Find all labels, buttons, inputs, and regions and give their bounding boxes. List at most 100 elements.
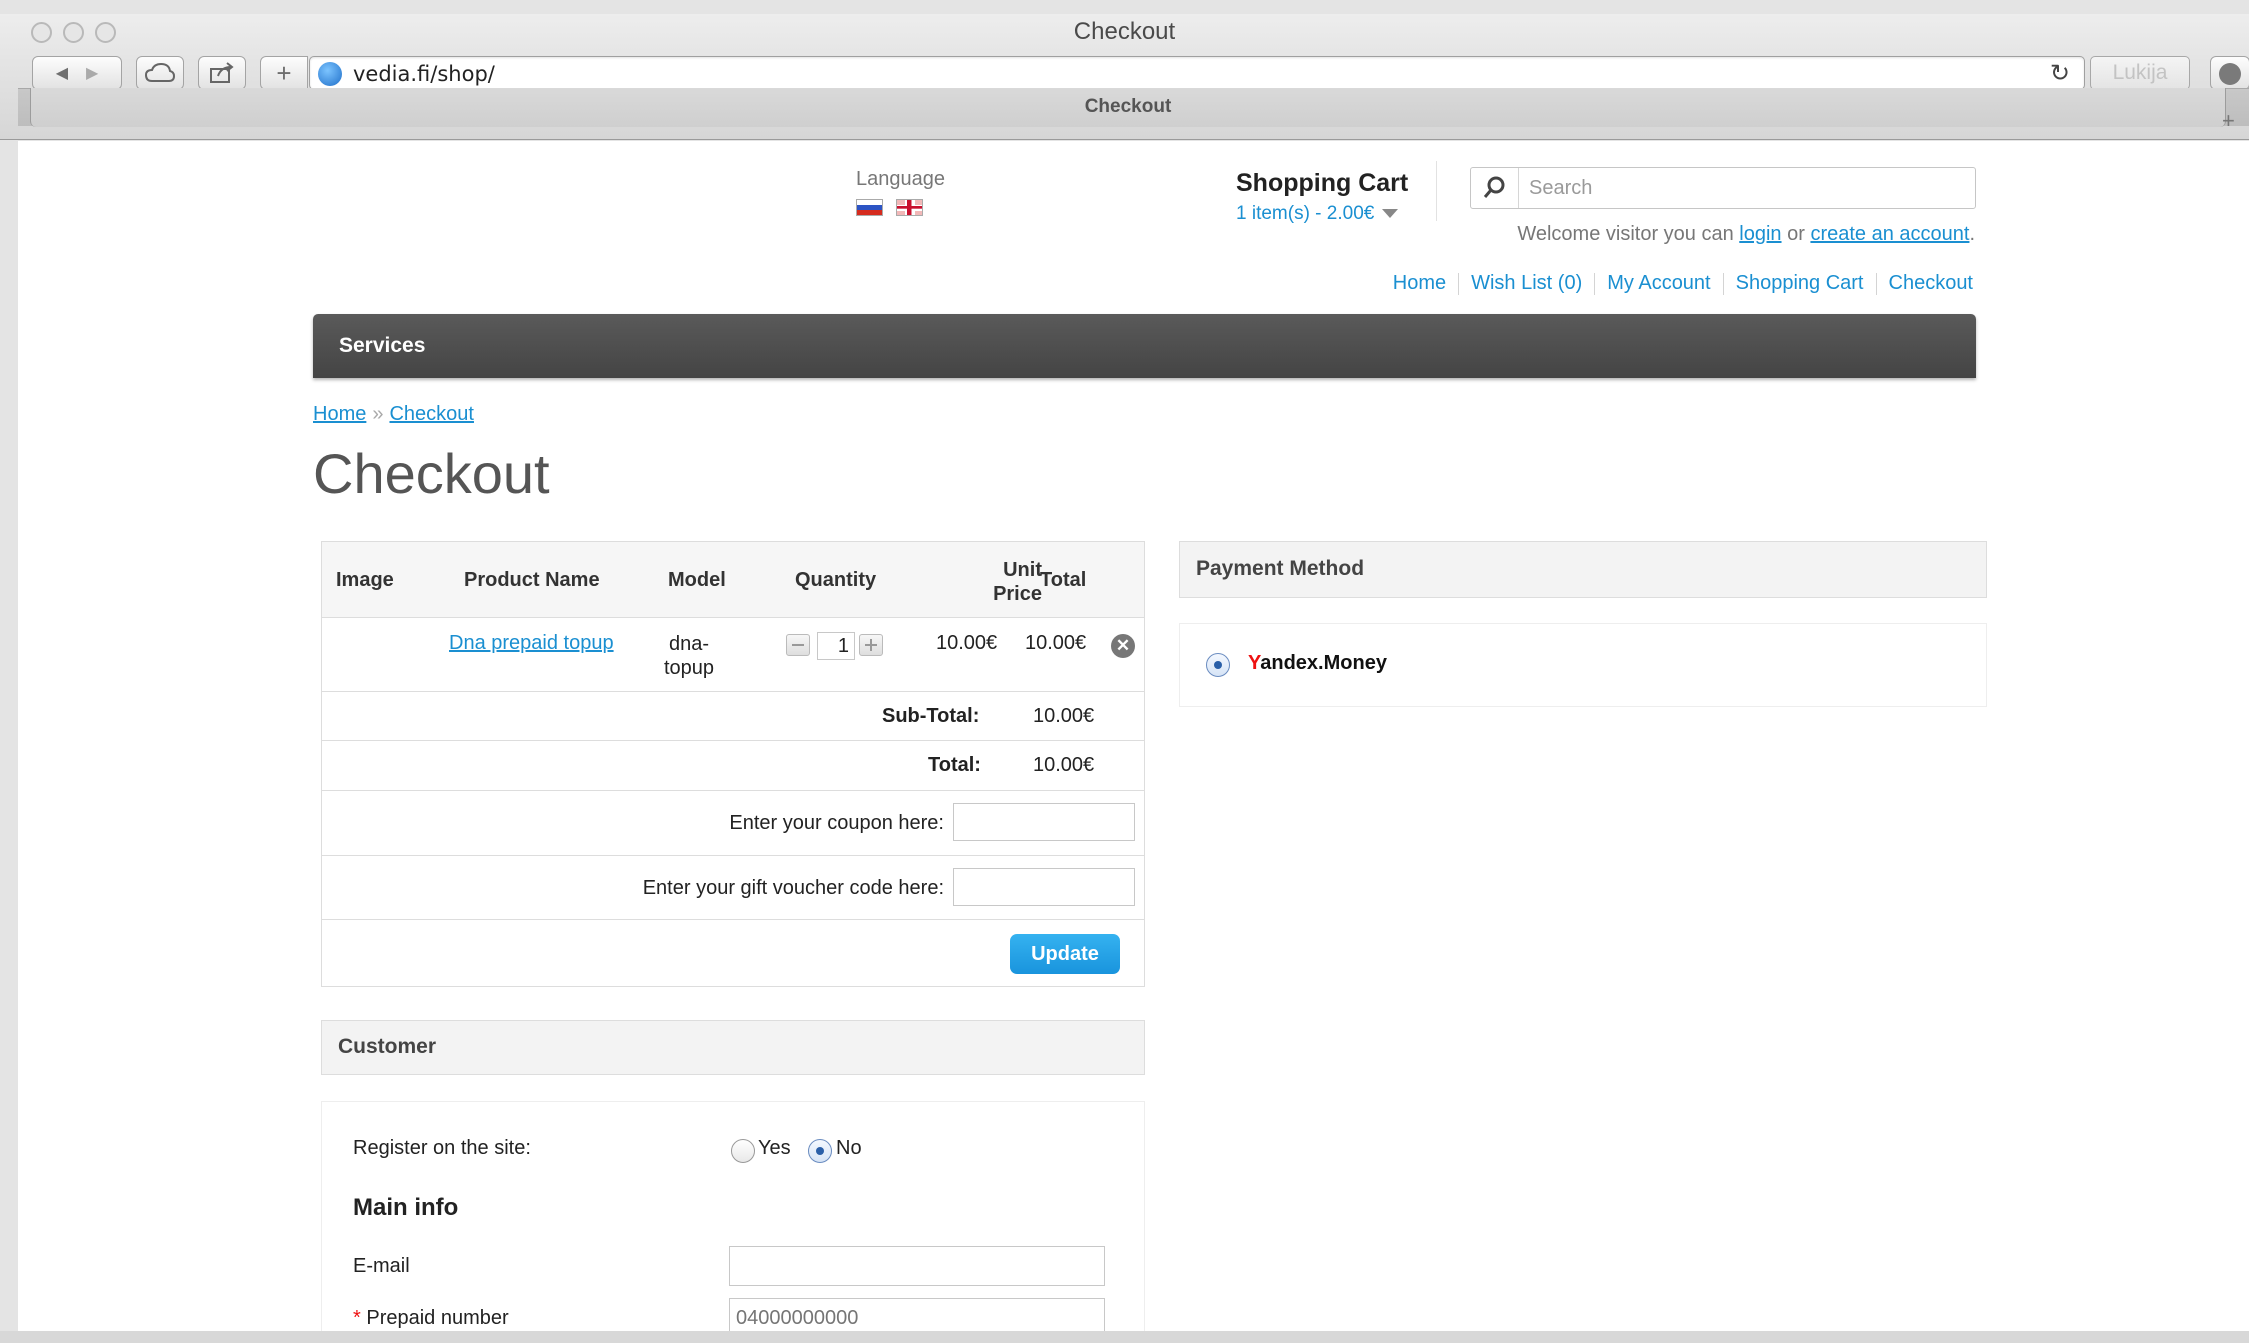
email-field[interactable] <box>729 1246 1105 1286</box>
plus-icon: + <box>276 57 292 88</box>
url-text[interactable]: vedia.fi/shop/ <box>353 62 495 86</box>
breadcrumb-checkout[interactable]: Checkout <box>389 403 474 425</box>
russian-flag-icon[interactable] <box>856 199 883 216</box>
create-account-link[interactable]: create an account <box>1810 223 1969 245</box>
link-separator <box>1722 272 1724 295</box>
yandex-rest: andex.Money <box>1260 652 1387 674</box>
yandex-first-letter: Y <box>1248 652 1261 674</box>
coupon-label: Enter your coupon here: <box>729 812 944 834</box>
model-line1: dna- <box>668 633 710 655</box>
prepaid-number-field[interactable] <box>729 1298 1105 1331</box>
link-separator <box>1875 272 1877 295</box>
customer-section-header: Customer <box>321 1020 1145 1075</box>
cart-summary[interactable]: 1 item(s) - 2.00€ <box>1236 203 1399 225</box>
back-arrow-icon[interactable]: ◀ <box>56 63 68 83</box>
icloud-tabs-button[interactable] <box>136 56 184 90</box>
tab-checkout[interactable]: Checkout <box>30 88 2226 127</box>
top-link-checkout[interactable]: Checkout <box>1889 272 1974 294</box>
email-label: E-mail <box>353 1255 410 1277</box>
yandex-money-radio[interactable] <box>1206 653 1230 677</box>
column-total: Total <box>1040 569 1087 591</box>
quantity-increase-button[interactable] <box>859 634 883 656</box>
column-image: Image <box>336 569 394 591</box>
menu-item-services[interactable]: Services <box>339 334 425 358</box>
cart-summary-text[interactable]: 1 item(s) - 2.00€ <box>1236 203 1374 224</box>
quantity-decrease-button[interactable] <box>786 634 810 656</box>
link-separator <box>1458 272 1460 295</box>
chevron-down-icon[interactable] <box>1382 209 1399 219</box>
welcome-suffix: . <box>1969 223 1975 245</box>
share-icon <box>210 62 234 83</box>
total-row: Total: 10.00€ <box>322 741 1144 791</box>
reader-button[interactable]: Lukija <box>2090 56 2190 90</box>
breadcrumb-home[interactable]: Home <box>313 403 366 425</box>
subtotal-row: Sub-Total: 10.00€ <box>322 692 1144 741</box>
total-value: 10.00€ <box>1033 754 1095 776</box>
breadcrumb: Home » Checkout <box>313 403 474 426</box>
top-link-my-account[interactable]: My Account <box>1607 272 1710 294</box>
cloud-icon <box>145 63 175 82</box>
update-button[interactable]: Update <box>1010 934 1120 974</box>
main-menu: Services <box>313 314 1976 378</box>
page-viewport: Language Shopping Cart 1 item(s) - 2.00€… <box>18 141 2249 1331</box>
login-link[interactable]: login <box>1739 223 1781 245</box>
column-model: Model <box>668 569 726 591</box>
voucher-label: Enter your gift voucher code here: <box>642 877 944 899</box>
prepaid-number-label: * Prepaid number <box>353 1307 509 1330</box>
register-no-label[interactable]: No <box>836 1137 862 1160</box>
register-yes-radio[interactable] <box>731 1139 755 1163</box>
welcome-message: Welcome visitor you can login or create … <box>1517 223 1975 246</box>
register-yes-label[interactable]: Yes <box>758 1137 791 1160</box>
subtotal-label: Sub-Total: <box>882 705 980 727</box>
required-marker: * <box>353 1307 361 1329</box>
top-links: Home Wish List (0) My Account Shopping Cart… <box>1393 272 1973 295</box>
register-label: Register on the site: <box>353 1137 531 1159</box>
top-link-home[interactable]: Home <box>1393 272 1446 294</box>
cart-table: Image Product Name Model Quantity Unit Pr… <box>321 541 1145 987</box>
voucher-input[interactable] <box>953 868 1135 906</box>
payment-method-panel: Yandex.Money <box>1179 623 1987 707</box>
voucher-row: Enter your gift voucher code here: <box>322 856 1144 920</box>
customer-panel: Register on the site: Yes No Main info E… <box>321 1101 1145 1331</box>
downloads-button[interactable] <box>2210 56 2249 90</box>
link-separator <box>1594 272 1596 295</box>
payment-method-title: Payment Method <box>1196 557 1365 580</box>
share-button[interactable] <box>198 56 246 90</box>
reload-icon[interactable]: ↻ <box>2050 59 2070 88</box>
quantity-input[interactable] <box>817 632 855 660</box>
product-link[interactable]: Dna prepaid topup <box>449 632 614 655</box>
search-box <box>1470 167 1976 209</box>
header-divider <box>1436 161 1437 221</box>
window-bottom-edge <box>0 1331 2249 1343</box>
main-info-title: Main info <box>353 1194 459 1221</box>
unit-price-line1: Unit <box>1003 559 1042 581</box>
table-header-row: Image Product Name Model Quantity Unit Pr… <box>322 542 1144 618</box>
add-tab-icon[interactable]: + <box>2222 108 2235 134</box>
globe-icon <box>318 62 342 86</box>
new-tab-plus-button[interactable]: + <box>260 56 308 90</box>
coupon-row: Enter your coupon here: <box>322 791 1144 856</box>
top-link-shopping-cart[interactable]: Shopping Cart <box>1736 272 1864 294</box>
column-unit-price: Unit Price <box>962 558 1042 606</box>
shopping-cart-title: Shopping Cart <box>1236 169 1409 197</box>
coupon-input[interactable] <box>953 803 1135 841</box>
forward-arrow-icon[interactable]: ▶ <box>86 63 98 83</box>
column-quantity: Quantity <box>795 569 877 591</box>
payment-method-header: Payment Method <box>1179 541 1987 598</box>
line-total-value: 10.00€ <box>1025 632 1087 654</box>
top-link-wish-list[interactable]: Wish List (0) <box>1471 272 1582 294</box>
prepaid-label-text: Prepaid number <box>360 1307 509 1329</box>
table-row: Dna prepaid topup dna-topup 10.00€ 10.00… <box>322 618 1144 692</box>
total-label: Total: <box>928 754 981 776</box>
yandex-money-label[interactable]: Yandex.Money <box>1248 652 1387 675</box>
language-label: Language <box>856 168 945 190</box>
remove-item-icon[interactable]: ✕ <box>1111 634 1135 658</box>
english-flag-icon[interactable] <box>896 199 923 216</box>
page-title: Checkout <box>313 442 550 505</box>
back-forward-buttons[interactable]: ◀ ▶ <box>32 56 122 90</box>
address-bar[interactable]: vedia.fi/shop/ ↻ <box>309 56 2085 90</box>
search-icon[interactable] <box>1471 168 1519 208</box>
breadcrumb-separator: » <box>372 403 384 425</box>
search-input[interactable] <box>1529 176 1959 200</box>
register-no-radio[interactable] <box>808 1139 832 1163</box>
